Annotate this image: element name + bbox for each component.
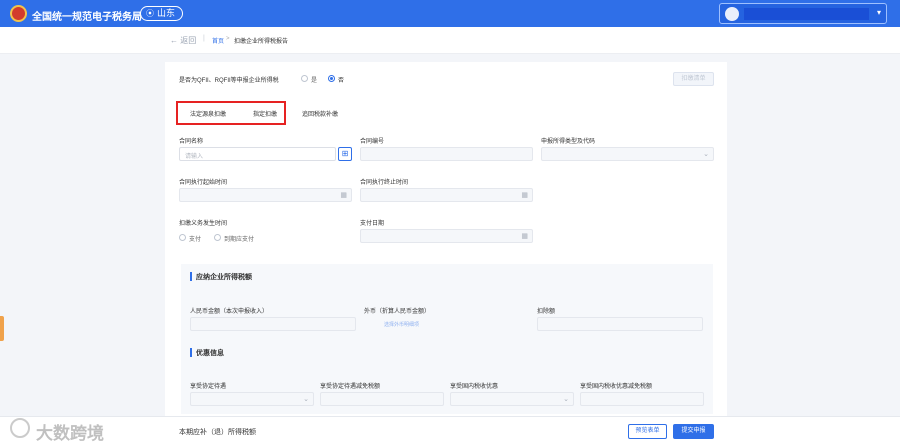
- section-marker: [190, 348, 192, 357]
- submit-declaration-button[interactable]: 提交申报: [673, 424, 714, 439]
- tax-emblem-icon: [10, 5, 27, 22]
- breadcrumb-separator: >: [226, 36, 230, 42]
- foreign-amount-label: 外币（折算人民币金额）: [364, 309, 431, 315]
- region-label: 山东: [157, 8, 176, 18]
- chevron-down-icon: ⌄: [303, 396, 309, 403]
- deduction-list-button[interactable]: 扣缴清单: [673, 72, 714, 86]
- income-section-title: 应纳企业所得税额: [196, 274, 252, 281]
- qfii-yes-radio[interactable]: [301, 75, 308, 82]
- treaty-reduction-label: 享受协定待遇减免税额: [320, 384, 381, 390]
- exec-start-datepicker[interactable]: ▦: [179, 188, 352, 202]
- income-type-label: 申报所得类型及代码: [541, 139, 596, 145]
- section-marker: [190, 272, 192, 281]
- back-button[interactable]: ← 返回: [170, 35, 196, 46]
- payment-date-label: 支付日期: [360, 221, 385, 227]
- exec-end-label: 合同执行终止时间: [360, 180, 409, 186]
- region-switcher[interactable]: ⦿ 山东: [140, 6, 184, 21]
- domestic-reduction-label: 享受国内税收优惠减免税额: [580, 384, 653, 390]
- top-bar: 全国统一规范电子税务局 ⦿ 山东 ▾: [0, 0, 900, 27]
- treaty-reduction-input[interactable]: [320, 392, 444, 406]
- domestic-select[interactable]: ⌄: [450, 392, 574, 406]
- highlight-annotation: [176, 101, 286, 125]
- breadcrumb-divider: |: [203, 35, 205, 42]
- contract-name-label: 合同名称: [179, 139, 204, 145]
- preview-form-button[interactable]: 预览表单: [628, 424, 667, 439]
- site-title[interactable]: 全国统一规范电子税务局: [32, 8, 142, 23]
- domestic-reduction-input[interactable]: [580, 392, 704, 406]
- back-label: 返回: [180, 36, 197, 45]
- map-pin-icon: ⦿: [146, 9, 154, 18]
- contract-name-input[interactable]: 请输入: [179, 147, 336, 161]
- contract-name-placeholder: 请输入: [185, 154, 204, 160]
- breadcrumb-current: 扣缴企业所得税报告: [234, 39, 289, 45]
- qfii-no-label: 否: [338, 78, 345, 84]
- obligation-time-label: 扣缴义务发生时间: [179, 221, 228, 227]
- watermark-text: 大数跨境: [36, 424, 104, 443]
- contract-picker-icon[interactable]: ⊞: [338, 147, 352, 161]
- qfii-question: 是否为QFII、RQFII等申报企业所得税: [179, 78, 279, 84]
- obligation-pay-label: 支付: [189, 237, 202, 243]
- chevron-down-icon: ⌄: [703, 151, 709, 158]
- avatar-icon: [725, 7, 739, 21]
- footer-bar: [0, 416, 900, 446]
- side-float-tab[interactable]: [0, 316, 4, 341]
- obligation-due-radio[interactable]: [214, 234, 221, 241]
- contract-no-input[interactable]: [360, 147, 533, 161]
- exec-start-label: 合同执行起始时间: [179, 180, 228, 186]
- qfii-yes-label: 是: [311, 78, 318, 84]
- exec-end-datepicker[interactable]: ▦: [360, 188, 533, 202]
- calendar-icon: ▦: [521, 192, 528, 199]
- treaty-label: 享受协定待遇: [190, 384, 227, 390]
- breadcrumb-bar: ← 返回 | 首页 > 扣缴企业所得税报告: [0, 27, 900, 54]
- deduction-label: 扣除额: [537, 309, 556, 315]
- user-menu[interactable]: ▾: [719, 3, 887, 24]
- discount-section-title: 优惠信息: [196, 350, 224, 357]
- deduction-input[interactable]: [537, 317, 703, 331]
- chevron-down-icon: ⌄: [563, 396, 569, 403]
- income-type-select[interactable]: ⌄: [541, 147, 714, 161]
- calendar-icon: ▦: [521, 233, 528, 240]
- obligation-due-label: 到期应支付: [224, 237, 255, 243]
- rmb-amount-input[interactable]: [190, 317, 356, 331]
- breadcrumb-home[interactable]: 首页: [212, 36, 224, 45]
- domestic-label: 享受国内税收优惠: [450, 384, 499, 390]
- user-name-redacted: [744, 8, 869, 20]
- payment-date-datepicker[interactable]: ▦: [360, 229, 533, 243]
- rmb-amount-label: 人民币金额（本次申报收入）: [190, 309, 269, 315]
- chevron-down-icon: ▾: [876, 8, 881, 17]
- obligation-pay-radio[interactable]: [179, 234, 186, 241]
- treaty-select[interactable]: ⌄: [190, 392, 314, 406]
- foreign-detail-link[interactable]: 选择外币明细项: [384, 321, 419, 328]
- type-tab-recovery[interactable]: 追回税款补缴: [302, 109, 338, 118]
- payable-tax-label: 本期应补（退）所得税额: [179, 429, 256, 436]
- watermark-logo-icon: [10, 418, 30, 438]
- calendar-icon: ▦: [340, 192, 347, 199]
- contract-no-label: 合同编号: [360, 139, 385, 145]
- qfii-no-radio[interactable]: [328, 75, 335, 82]
